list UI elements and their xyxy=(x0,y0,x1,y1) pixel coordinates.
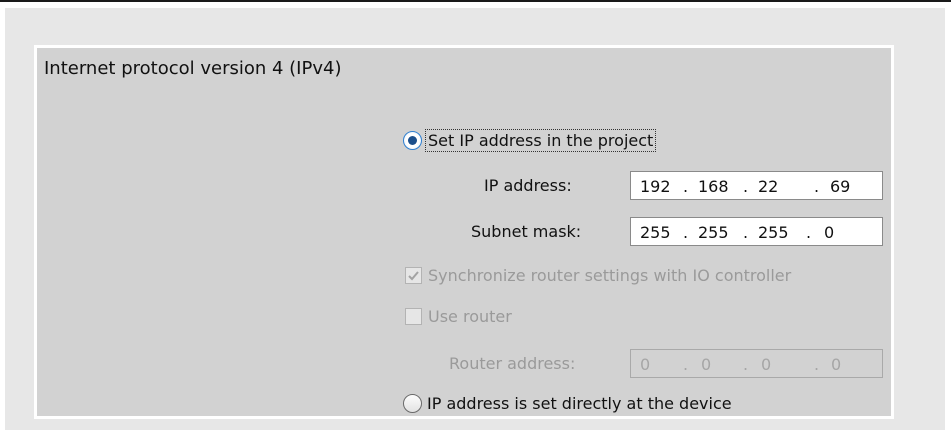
subnet-mask-input[interactable]: 255 . 255 . 255 . 0 xyxy=(630,217,883,246)
ip-octet-1[interactable]: 192 xyxy=(640,177,671,196)
subnet-octet-3[interactable]: 255 xyxy=(758,223,789,242)
router-address-input[interactable]: 0 . 0 . 0 . 0 xyxy=(630,349,883,378)
checkmark-icon xyxy=(408,271,419,281)
subnet-mask-label: Subnet mask: xyxy=(471,222,582,241)
use-router-label: Use router xyxy=(428,307,512,326)
ip-octet-3[interactable]: 22 xyxy=(758,177,778,196)
properties-frame: Internet protocol version 4 (IPv4) Set I… xyxy=(5,8,945,430)
subnet-separator: . xyxy=(743,223,749,242)
ip-address-label: IP address: xyxy=(484,176,572,195)
ip-octet-4[interactable]: 69 xyxy=(830,177,850,196)
router-separator: . xyxy=(814,355,820,374)
section-title: Internet protocol version 4 (IPv4) xyxy=(44,58,342,79)
subnet-octet-4[interactable]: 0 xyxy=(824,223,834,242)
router-octet-3[interactable]: 0 xyxy=(761,355,771,374)
subnet-separator: . xyxy=(683,223,689,242)
ip-separator: . xyxy=(814,177,820,196)
radio-set-ip-in-project[interactable]: Set IP address in the project xyxy=(403,129,657,152)
ipv4-panel: Internet protocol version 4 (IPv4) Set I… xyxy=(34,45,894,419)
sync-router-checkbox[interactable] xyxy=(405,267,422,284)
router-separator: . xyxy=(683,355,689,374)
radio-selected-icon[interactable] xyxy=(403,131,422,150)
use-router-checkbox-row[interactable]: Use router xyxy=(405,307,512,326)
ip-octet-2[interactable]: 168 xyxy=(698,177,729,196)
router-octet-4[interactable]: 0 xyxy=(831,355,841,374)
subnet-separator: . xyxy=(806,223,812,242)
screen: Internet protocol version 4 (IPv4) Set I… xyxy=(0,0,951,435)
router-octet-2[interactable]: 0 xyxy=(701,355,711,374)
ip-separator: . xyxy=(743,177,749,196)
use-router-checkbox[interactable] xyxy=(405,308,422,325)
subnet-octet-1[interactable]: 255 xyxy=(640,223,671,242)
radio-set-ip-at-device[interactable]: IP address is set directly at the device xyxy=(403,393,734,414)
radio-set-ip-at-device-label: IP address is set directly at the device xyxy=(427,394,732,413)
ip-separator: . xyxy=(683,177,689,196)
subnet-octet-2[interactable]: 255 xyxy=(698,223,729,242)
ip-address-input[interactable]: 192 . 168 . 22 . 69 xyxy=(630,171,883,200)
sync-router-checkbox-row[interactable]: Synchronize router settings with IO cont… xyxy=(405,266,791,285)
router-address-label: Router address: xyxy=(449,354,576,373)
top-border xyxy=(0,0,951,2)
radio-set-ip-in-project-label: Set IP address in the project xyxy=(425,129,657,152)
sync-router-label: Synchronize router settings with IO cont… xyxy=(428,266,792,285)
router-octet-1[interactable]: 0 xyxy=(640,355,650,374)
radio-unselected-icon[interactable] xyxy=(403,394,422,413)
router-separator: . xyxy=(743,355,749,374)
